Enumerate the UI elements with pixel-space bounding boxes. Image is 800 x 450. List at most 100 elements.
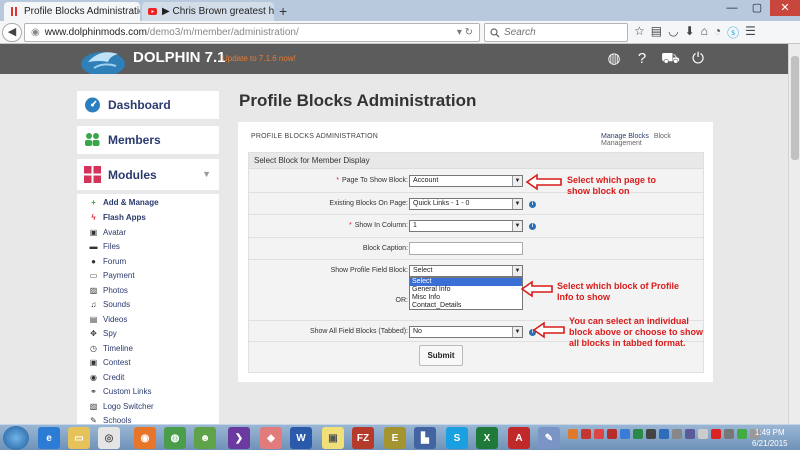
module-item-payment[interactable]: ▭ Payment <box>89 268 135 282</box>
minimize-icon[interactable]: — <box>720 0 744 16</box>
module-item-schools[interactable]: ✎ Schools <box>89 413 131 425</box>
module-item-logo-switcher[interactable]: ▨ Logo Switcher <box>89 399 154 413</box>
tray-icon[interactable] <box>698 429 708 439</box>
image-viewer-icon[interactable]: ▣ <box>322 427 344 449</box>
window-close-icon[interactable]: ✕ <box>770 0 800 16</box>
annotation-page: Select which page to show block on <box>567 175 657 196</box>
cart-icon[interactable]: ⛟ <box>661 50 680 68</box>
manage-blocks-link[interactable]: Manage Blocks <box>601 133 649 140</box>
module-item-contest[interactable]: ▣ Contest <box>89 355 131 369</box>
all-blocks-select[interactable]: No ▼ <box>409 326 523 338</box>
reading-list-icon[interactable]: ▤ <box>651 24 662 41</box>
reload-icon[interactable]: ▾ ↻ <box>457 27 473 38</box>
module-item-videos[interactable]: ▤ Videos <box>89 312 128 326</box>
scrollbar-thumb[interactable] <box>791 56 799 160</box>
module-item-timeline[interactable]: ◷ Timeline <box>89 341 133 355</box>
tray-icon[interactable] <box>607 429 617 439</box>
credit-icon: ◉ <box>90 372 97 382</box>
home-icon[interactable]: ⌂ <box>701 24 708 41</box>
skype-icon[interactable]: S <box>446 427 468 449</box>
profile-field-dropdown[interactable]: Select General Info Misc Info Contact_De… <box>409 277 523 310</box>
new-tab-icon[interactable]: + <box>279 3 287 19</box>
tray-icon[interactable] <box>646 429 656 439</box>
tray-icon[interactable] <box>633 429 643 439</box>
nav-dashboard[interactable]: Dashboard <box>77 91 219 119</box>
module-item-avatar[interactable]: ▣ Avatar <box>89 225 126 239</box>
eraser-icon[interactable]: ◆ <box>260 427 282 449</box>
nav-modules[interactable]: Modules ▼ <box>77 159 219 190</box>
power-icon[interactable]: ⏻ <box>689 50 707 68</box>
profile-field-select[interactable]: Select ▼ <box>409 265 523 277</box>
network-tray-icon[interactable] <box>737 429 747 439</box>
paint-icon[interactable]: ✎ <box>538 427 560 449</box>
column-select[interactable]: 1 ▼ <box>409 220 523 232</box>
media-player-icon[interactable]: ◎ <box>98 427 120 449</box>
dropdown-option[interactable]: Select <box>410 278 522 286</box>
excel-icon[interactable]: X <box>476 427 498 449</box>
maximize-icon[interactable]: ▢ <box>745 0 769 16</box>
module-item-sounds[interactable]: ♫ Sounds <box>89 297 131 311</box>
info-icon[interactable]: i <box>529 201 536 208</box>
module-item-spy[interactable]: ✥ Spy <box>89 326 117 340</box>
start-button[interactable] <box>3 426 29 450</box>
volume-icon[interactable] <box>724 429 734 439</box>
nav-members[interactable]: Members <box>77 126 219 154</box>
dropdown-option[interactable]: General Info <box>410 286 522 294</box>
module-item-photos[interactable]: ▨ Photos <box>89 283 128 297</box>
module-item-files[interactable]: ▬ Files <box>89 239 120 253</box>
submit-button[interactable]: Submit <box>419 345 463 366</box>
module-item-credit[interactable]: ◉ Credit <box>89 370 124 384</box>
network-icon[interactable]: ▙ <box>414 427 436 449</box>
globe-icon[interactable]: ◍ <box>605 50 623 68</box>
player-icon[interactable]: ❯ <box>228 427 250 449</box>
frog-app-icon[interactable]: ☻ <box>194 427 216 449</box>
tray-icon[interactable] <box>711 429 721 439</box>
download-icon[interactable]: ⬇ <box>685 24 695 41</box>
skype-icon[interactable]: ⓢ <box>727 24 739 41</box>
back-button[interactable]: ◀ <box>2 23 22 42</box>
help-icon[interactable]: ? <box>633 50 651 68</box>
module-item-forum[interactable]: ● Forum <box>89 254 126 268</box>
tab-profile-blocks[interactable]: Profile Blocks Administration × <box>4 2 140 21</box>
existing-select[interactable]: Quick Links - 1 - 0 ▼ <box>409 198 523 210</box>
tray-icon[interactable] <box>620 429 630 439</box>
bookmark-star-icon[interactable]: ☆ <box>634 24 645 41</box>
tray-icon[interactable] <box>685 429 695 439</box>
page-select[interactable]: Account ▼ <box>409 175 523 187</box>
word-icon[interactable]: W <box>290 427 312 449</box>
folder-icon[interactable]: ▭ <box>68 427 90 449</box>
module-item-custom-links[interactable]: ⚭ Custom Links <box>89 384 151 398</box>
pocket-icon[interactable]: ◡ <box>668 24 678 41</box>
search-box[interactable] <box>484 23 628 42</box>
info-icon[interactable]: i <box>529 223 536 230</box>
editor-icon[interactable]: E <box>384 427 406 449</box>
tray-icon[interactable] <box>581 429 591 439</box>
firefox-icon[interactable]: ◉ <box>134 427 156 449</box>
search-input[interactable] <box>504 27 614 38</box>
tray-icon[interactable] <box>594 429 604 439</box>
module-item-flash-apps[interactable]: ϟ Flash Apps <box>89 210 145 224</box>
chevron-down-icon[interactable]: ▼ <box>202 169 211 179</box>
dropdown-option[interactable]: Misc Info <box>410 294 522 302</box>
ie-icon[interactable]: e <box>38 427 60 449</box>
dropdown-option[interactable]: Contact_Details <box>410 302 522 310</box>
module-item-add-manage[interactable]: + Add & Manage <box>89 195 158 209</box>
tab-youtube[interactable]: ▶ Chris Brown greatest hit... × <box>142 2 274 21</box>
chat-icon[interactable]: ◔ <box>714 24 721 41</box>
tray-icon[interactable] <box>672 429 682 439</box>
app-brand: DOLPHIN 7.1 <box>133 49 226 66</box>
page-scrollbar[interactable] <box>788 44 800 424</box>
filezilla-icon[interactable]: FZ <box>352 427 374 449</box>
taskbar-clock[interactable]: 1:49 PM 6/21/2015 <box>752 427 788 449</box>
acrobat-icon[interactable]: A <box>508 427 530 449</box>
menu-icon[interactable]: ☰ <box>745 24 756 41</box>
chrome-icon[interactable]: ◍ <box>164 427 186 449</box>
annotation-arrow-1 <box>525 173 562 191</box>
tray-icon[interactable] <box>659 429 669 439</box>
update-link[interactable]: Update to 7.1.6 now! <box>222 54 296 63</box>
url-bar[interactable]: ◉ www.dolphinmods.com /demo3/m/member/ad… <box>24 23 480 42</box>
toolbar-icons: ☆ ▤ ◡ ⬇ ⌂ ◔ ⓢ ☰ <box>634 24 756 41</box>
tray-icon[interactable] <box>568 429 578 439</box>
dolphin-logo-icon[interactable] <box>80 44 126 74</box>
caption-input[interactable] <box>409 242 523 255</box>
